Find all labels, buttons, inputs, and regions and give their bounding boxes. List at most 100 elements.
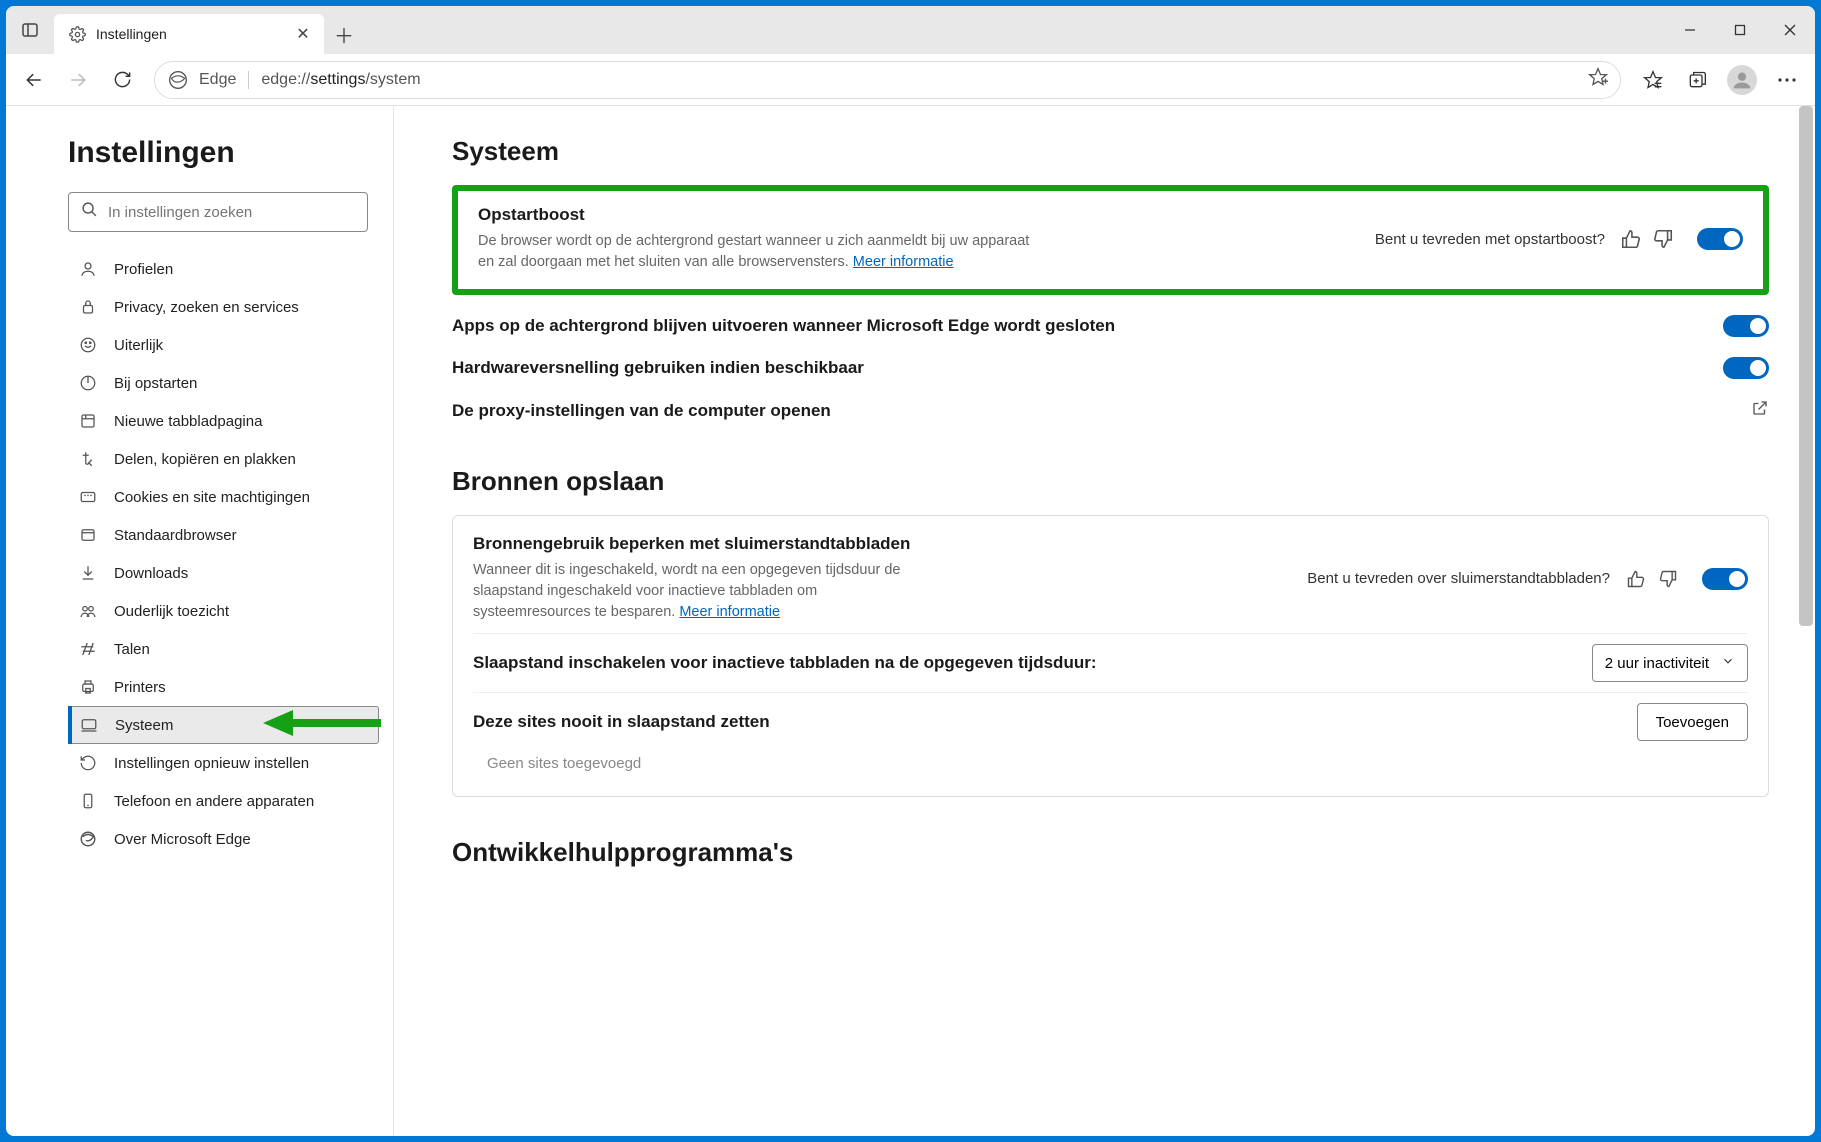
forward-button[interactable]: [58, 60, 98, 100]
gear-icon: [68, 25, 86, 43]
about-icon: [78, 829, 98, 849]
proxy-label: De proxy-instellingen van de computer op…: [452, 401, 1751, 421]
cookies-icon: [78, 487, 98, 507]
sidebar-item-devices[interactable]: Telefoon en andere apparaten: [68, 782, 379, 820]
sidebar-item-profiles[interactable]: Profielen: [68, 250, 379, 288]
thumbs-up-button[interactable]: [1622, 565, 1650, 593]
sleep-timeout-value: 2 uur inactiviteit: [1605, 655, 1709, 672]
settings-main: Systeem Opstartboost De browser wordt op…: [394, 106, 1815, 1136]
sleeping-tabs-desc: Wanneer dit is ingeschakeld, wordt na ee…: [473, 560, 913, 623]
refresh-button[interactable]: [102, 60, 142, 100]
titlebar: Instellingen ✕ ＋: [6, 6, 1815, 54]
hw-accel-row: Hardwareversnelling gebruiken indien bes…: [452, 347, 1769, 389]
share-icon: [78, 449, 98, 469]
back-button[interactable]: [14, 60, 54, 100]
sleeping-tabs-card: Bronnengebruik beperken met sluimerstand…: [452, 515, 1769, 797]
sidebar-item-reset[interactable]: Instellingen opnieuw instellen: [68, 744, 379, 782]
sidebar-item-defaultbrowser[interactable]: Standaardbrowser: [68, 516, 379, 554]
tab-actions-button[interactable]: [6, 6, 54, 54]
search-input[interactable]: [108, 204, 355, 221]
profile-button[interactable]: [1727, 65, 1757, 95]
startup-boost-toggle[interactable]: [1697, 228, 1743, 250]
edge-logo-icon: [167, 69, 189, 91]
section-system-title: Systeem: [452, 136, 1769, 167]
nav-label: Ouderlijk toezicht: [114, 603, 229, 620]
nav-label: Bij opstarten: [114, 375, 197, 392]
thumbs-down-button[interactable]: [1654, 565, 1682, 593]
add-favorite-button[interactable]: [1588, 67, 1608, 92]
sleep-after-label: Slaapstand inschakelen voor inactieve ta…: [473, 653, 1592, 673]
system-icon: [79, 715, 99, 735]
sleep-feedback-label: Bent u tevreden over sluimerstandtabblad…: [1307, 570, 1610, 587]
menu-button[interactable]: [1767, 60, 1807, 100]
sidebar-item-family[interactable]: Ouderlijk toezicht: [68, 592, 379, 630]
settings-nav: Profielen Privacy, zoeken en services Uite…: [68, 250, 379, 858]
close-button[interactable]: [1765, 6, 1815, 54]
hw-accel-toggle[interactable]: [1723, 357, 1769, 379]
nav-label: Downloads: [114, 565, 188, 582]
languages-icon: [78, 639, 98, 659]
annotation-arrow: [263, 708, 383, 742]
new-tab-button[interactable]: ＋: [324, 14, 364, 54]
startup-boost-desc: De browser wordt op de achtergrond gesta…: [478, 231, 1038, 273]
sidebar-item-share[interactable]: Delen, kopiëren en plakken: [68, 440, 379, 478]
edge-window: Instellingen ✕ ＋ Edge edge://settings/sy…: [6, 6, 1815, 1136]
browser-tab[interactable]: Instellingen ✕: [54, 14, 324, 54]
tab-title: Instellingen: [96, 26, 284, 42]
nav-label: Talen: [114, 641, 150, 658]
favorites-button[interactable]: [1633, 60, 1673, 100]
thumbs-up-button[interactable]: [1617, 225, 1645, 253]
family-icon: [78, 601, 98, 621]
startup-more-info-link[interactable]: Meer informatie: [853, 254, 954, 270]
sidebar-item-appearance[interactable]: Uiterlijk: [68, 326, 379, 364]
sidebar-heading: Instellingen: [68, 136, 379, 170]
nav-label: Profielen: [114, 261, 173, 278]
address-bar[interactable]: Edge edge://settings/system: [154, 61, 1621, 99]
thumbs-down-button[interactable]: [1649, 225, 1677, 253]
nav-label: Privacy, zoeken en services: [114, 299, 299, 316]
sleeping-tabs-title: Bronnengebruik beperken met sluimerstand…: [473, 534, 1307, 554]
url-text: edge://settings/system: [259, 71, 1578, 89]
url-scheme-label: Edge: [199, 71, 249, 89]
sleep-timeout-select[interactable]: 2 uur inactiviteit: [1592, 644, 1748, 682]
external-link-icon: [1751, 399, 1769, 422]
bg-apps-row: Apps op de achtergrond blijven uitvoeren…: [452, 305, 1769, 347]
appearance-icon: [78, 335, 98, 355]
sidebar-item-system[interactable]: Systeem: [68, 706, 379, 744]
defaultbrowser-icon: [78, 525, 98, 545]
sleeping-tabs-toggle[interactable]: [1702, 568, 1748, 590]
tab-close-button[interactable]: ✕: [294, 25, 312, 43]
scrollbar-thumb[interactable]: [1799, 106, 1813, 626]
nav-label: Over Microsoft Edge: [114, 831, 251, 848]
nav-label: Telefoon en andere apparaten: [114, 793, 314, 810]
proxy-row[interactable]: De proxy-instellingen van de computer op…: [452, 389, 1769, 432]
printers-icon: [78, 677, 98, 697]
never-sleep-label: Deze sites nooit in slaapstand zetten: [473, 712, 1637, 732]
nav-label: Instellingen opnieuw instellen: [114, 755, 309, 772]
bg-apps-label: Apps op de achtergrond blijven uitvoeren…: [452, 316, 1705, 336]
sidebar-item-about[interactable]: Over Microsoft Edge: [68, 820, 379, 858]
sleep-more-info-link[interactable]: Meer informatie: [679, 604, 780, 620]
settings-search[interactable]: [68, 192, 368, 232]
section-resources-title: Bronnen opslaan: [452, 466, 1769, 497]
bg-apps-toggle[interactable]: [1723, 315, 1769, 337]
sidebar-item-cookies[interactable]: Cookies en site machtigingen: [68, 478, 379, 516]
settings-sidebar: Instellingen Profielen Privacy, zoeken en…: [6, 106, 394, 1136]
sidebar-item-downloads[interactable]: Downloads: [68, 554, 379, 592]
minimize-button[interactable]: [1665, 6, 1715, 54]
scrollbar[interactable]: [1799, 106, 1813, 1130]
sidebar-item-printers[interactable]: Printers: [68, 668, 379, 706]
collections-button[interactable]: [1677, 60, 1717, 100]
privacy-icon: [78, 297, 98, 317]
sidebar-item-newtab[interactable]: Nieuwe tabbladpagina: [68, 402, 379, 440]
toolbar: Edge edge://settings/system: [6, 54, 1815, 106]
nav-label: Cookies en site machtigingen: [114, 489, 310, 506]
maximize-button[interactable]: [1715, 6, 1765, 54]
newtab-icon: [78, 411, 98, 431]
sidebar-item-onstartup[interactable]: Bij opstarten: [68, 364, 379, 402]
search-icon: [81, 201, 98, 223]
sidebar-item-privacy[interactable]: Privacy, zoeken en services: [68, 288, 379, 326]
startup-feedback-label: Bent u tevreden met opstartboost?: [1375, 231, 1605, 248]
sidebar-item-languages[interactable]: Talen: [68, 630, 379, 668]
add-site-button[interactable]: Toevoegen: [1637, 703, 1748, 741]
